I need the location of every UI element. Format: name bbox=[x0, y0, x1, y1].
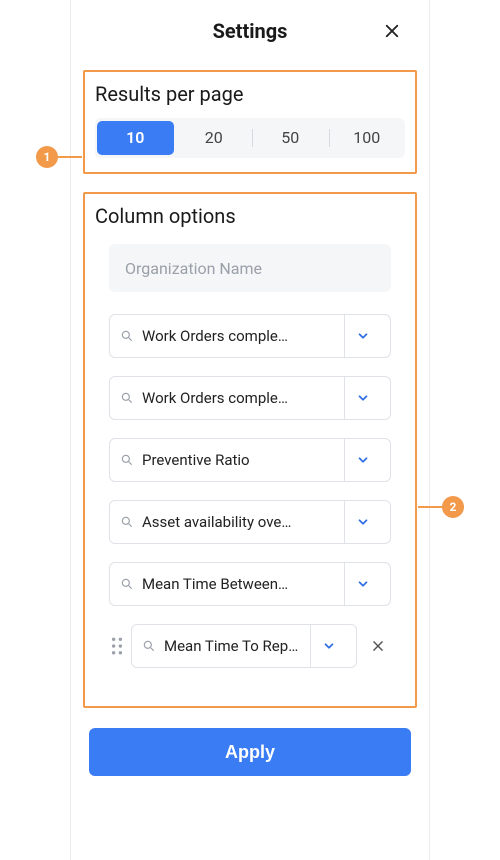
callout-marker-2: 2 bbox=[442, 496, 464, 518]
column-options-body: Organization Name Work Orders comple… Wor… bbox=[95, 244, 405, 668]
column-options-section: Column options Organization Name Work Or… bbox=[83, 192, 417, 708]
column-row: Asset availability ove… bbox=[109, 500, 391, 544]
column-row: Work Orders comple… bbox=[109, 314, 391, 358]
search-icon bbox=[120, 391, 134, 405]
column-select[interactable]: Asset availability ove… bbox=[109, 500, 391, 544]
column-select-label: Work Orders comple… bbox=[142, 389, 336, 407]
callout-marker-1: 1 bbox=[36, 146, 58, 168]
close-icon bbox=[383, 22, 401, 40]
panel-header: Settings bbox=[71, 0, 429, 62]
search-icon bbox=[142, 639, 156, 653]
column-select-label: Preventive Ratio bbox=[142, 451, 336, 469]
chevron-down-icon[interactable] bbox=[310, 625, 346, 667]
column-options-title: Column options bbox=[95, 204, 405, 228]
close-button[interactable] bbox=[379, 18, 405, 44]
results-per-page-option-20[interactable]: 20 bbox=[176, 121, 253, 155]
results-per-page-section: Results per page 102050100 bbox=[83, 70, 417, 174]
chevron-down-icon[interactable] bbox=[344, 315, 380, 357]
column-select[interactable]: Work Orders comple… bbox=[109, 314, 391, 358]
remove-column-button[interactable] bbox=[365, 639, 391, 653]
page-title: Settings bbox=[213, 19, 288, 43]
static-column-field: Organization Name bbox=[109, 244, 391, 292]
chevron-down-icon[interactable] bbox=[344, 563, 380, 605]
results-per-page-title: Results per page bbox=[95, 82, 405, 106]
drag-handle-icon[interactable] bbox=[109, 637, 125, 655]
column-row: Mean Time Between… bbox=[109, 562, 391, 606]
chevron-down-icon[interactable] bbox=[344, 501, 380, 543]
results-per-page-option-50[interactable]: 50 bbox=[252, 121, 329, 155]
column-select-label: Mean Time To Repai… bbox=[164, 637, 302, 655]
search-icon bbox=[120, 515, 134, 529]
column-select-label: Mean Time Between… bbox=[142, 575, 336, 593]
column-select-label: Asset availability ove… bbox=[142, 513, 336, 531]
column-select[interactable]: Mean Time Between… bbox=[109, 562, 391, 606]
column-select[interactable]: Preventive Ratio bbox=[109, 438, 391, 482]
column-row: Work Orders comple… bbox=[109, 376, 391, 420]
results-per-page-option-10[interactable]: 10 bbox=[97, 121, 174, 155]
search-icon bbox=[120, 329, 134, 343]
results-per-page-segmented: 102050100 bbox=[95, 118, 405, 158]
chevron-down-icon[interactable] bbox=[344, 377, 380, 419]
search-icon bbox=[120, 577, 134, 591]
column-row: Preventive Ratio bbox=[109, 438, 391, 482]
column-select-label: Work Orders comple… bbox=[142, 327, 336, 345]
results-per-page-option-100[interactable]: 100 bbox=[329, 121, 406, 155]
column-select[interactable]: Mean Time To Repai… bbox=[131, 624, 357, 668]
column-select[interactable]: Work Orders comple… bbox=[109, 376, 391, 420]
column-row: Mean Time To Repai… bbox=[109, 624, 391, 668]
search-icon bbox=[120, 453, 134, 467]
settings-panel: Settings Results per page 102050100 Colu… bbox=[70, 0, 430, 860]
chevron-down-icon[interactable] bbox=[344, 439, 380, 481]
apply-button[interactable]: Apply bbox=[89, 728, 411, 776]
